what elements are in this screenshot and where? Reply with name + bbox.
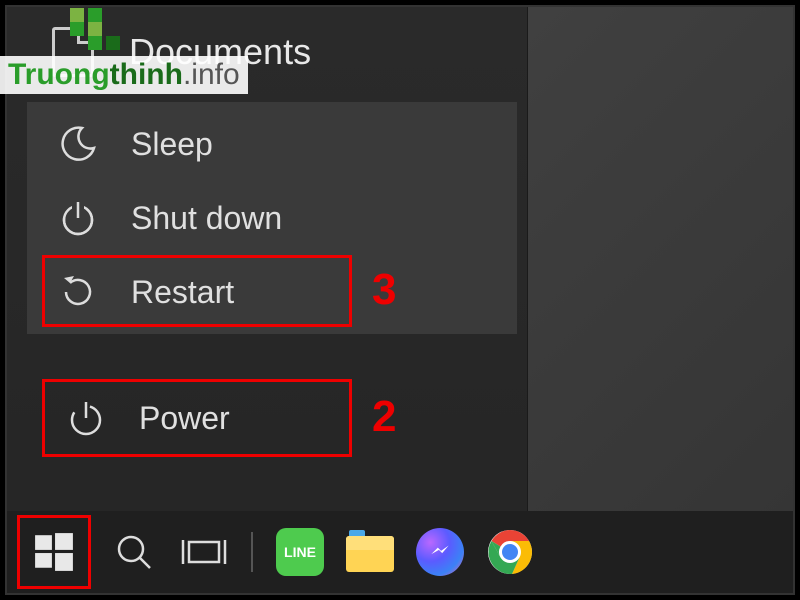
power-icon [57, 197, 99, 239]
power-label: Power [139, 400, 230, 437]
shutdown-label: Shut down [131, 200, 282, 237]
task-view-button[interactable] [169, 517, 239, 587]
desktop-right-area [528, 7, 793, 511]
watermark-logo-icon [70, 8, 248, 50]
folder-icon [346, 530, 394, 574]
watermark-text: Truongthinh.info [0, 56, 248, 94]
line-app-button[interactable]: LINE [265, 517, 335, 587]
search-icon [114, 532, 154, 572]
file-explorer-button[interactable] [335, 517, 405, 587]
chrome-icon [486, 528, 534, 576]
start-button[interactable] [17, 515, 91, 589]
windows-logo-icon [33, 531, 75, 573]
moon-icon [57, 123, 99, 165]
power-button[interactable]: Power [42, 379, 352, 457]
line-app-icon: LINE [276, 528, 324, 576]
restart-menu-item[interactable]: Restart [27, 255, 517, 329]
sleep-label: Sleep [131, 126, 213, 163]
power-options-flyout: Sleep Shut down [27, 102, 517, 334]
messenger-app-button[interactable] [405, 517, 475, 587]
messenger-icon [416, 528, 464, 576]
restart-label: Restart [131, 274, 234, 311]
start-menu-panel: Documents Sleep [7, 7, 527, 593]
task-view-icon [181, 532, 227, 572]
chrome-app-button[interactable] [475, 517, 545, 587]
power-icon [65, 397, 107, 439]
shutdown-menu-item[interactable]: Shut down [27, 181, 517, 255]
watermark: Truongthinh.info [0, 8, 248, 94]
taskbar-divider [251, 532, 253, 572]
sleep-menu-item[interactable]: Sleep [27, 107, 517, 181]
search-button[interactable] [99, 517, 169, 587]
taskbar: LINE [7, 511, 793, 593]
restart-icon [57, 271, 99, 313]
